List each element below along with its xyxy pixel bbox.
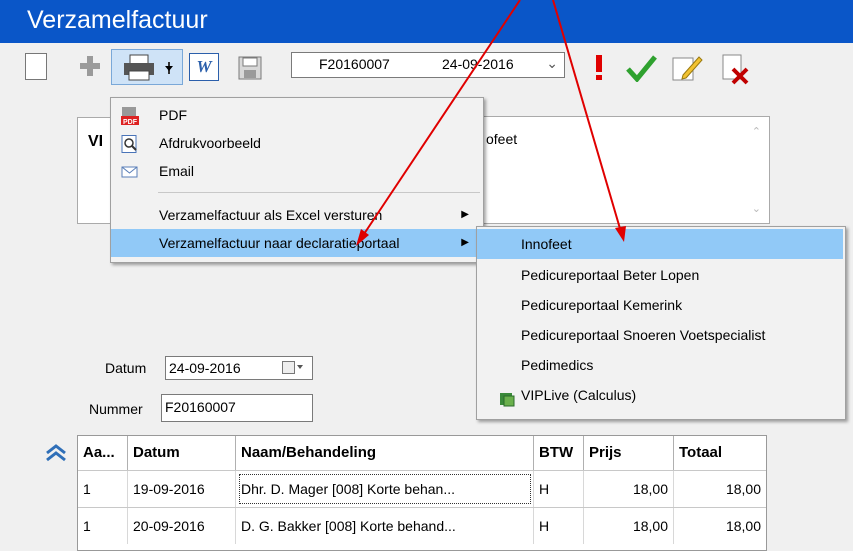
portal-item-label: Pedimedics	[521, 357, 594, 373]
nummer-field[interactable]: F20160007	[161, 394, 313, 422]
cell-datum: 20-09-2016	[128, 508, 236, 544]
menu-item-label: Email	[159, 163, 195, 179]
calendar-icon[interactable]	[282, 361, 304, 378]
cell-prijs: 18,00	[584, 508, 674, 544]
title-bar: Verzamelfactuur	[0, 0, 853, 43]
print-menu: PDF PDF Afdrukvoorbeeld Email Verzamelfa…	[110, 97, 484, 263]
window-title: Verzamelfactuur	[27, 6, 208, 34]
menu-item-afdrukvoorbeeld[interactable]: Afdrukvoorbeeld	[111, 129, 481, 157]
viplive-icon	[499, 387, 515, 417]
portal-submenu: Innofeet Pedicureportaal Beter Lopen Ped…	[476, 226, 846, 420]
cell-btw: H	[534, 471, 584, 507]
notes-text: ofeet	[486, 131, 518, 147]
menu-item-excel[interactable]: Verzamelfactuur als Excel versturen ▶	[111, 201, 481, 229]
nummer-label: Nummer	[89, 401, 143, 417]
datum-value: 24-09-2016	[169, 360, 241, 376]
column-header-aantal[interactable]: Aa...	[78, 436, 128, 470]
menu-item-declaratieportaal[interactable]: Verzamelfactuur naar declaratieportaal ▶	[111, 229, 481, 257]
preview-icon	[121, 134, 139, 153]
nummer-value: F20160007	[165, 399, 236, 415]
cell-totaal: 18,00	[725, 518, 761, 534]
portal-item-pedimedics[interactable]: Pedimedics	[477, 350, 843, 380]
column-header-prijs[interactable]: Prijs	[584, 436, 674, 470]
pdf-icon: PDF	[121, 106, 139, 126]
scroll-up-icon[interactable]: ⌃	[752, 125, 761, 138]
column-header-datum[interactable]: Datum	[128, 436, 236, 470]
table-row[interactable]: 1 20-09-2016 D. G. Bakker [008] Korte be…	[78, 507, 766, 544]
portal-item-kemerink[interactable]: Pedicureportaal Kemerink	[477, 290, 843, 320]
column-header-totaal[interactable]: Totaal	[674, 436, 766, 470]
portal-item-beter-lopen[interactable]: Pedicureportaal Beter Lopen	[477, 260, 843, 290]
scroll-down-icon[interactable]: ⌄	[752, 202, 761, 215]
portal-item-innofeet[interactable]: Innofeet	[477, 229, 843, 259]
cell-aantal: 1	[78, 508, 128, 544]
collapse-up-icon[interactable]	[45, 444, 67, 465]
invoice-select[interactable]: F20160007 24-09-2016 ⌄	[291, 52, 565, 78]
save-icon[interactable]	[237, 55, 263, 81]
edit-icon[interactable]	[670, 53, 704, 83]
word-icon[interactable]: W	[189, 53, 219, 81]
menu-item-email[interactable]: Email	[111, 157, 481, 185]
menu-item-label: PDF	[159, 107, 187, 123]
cell-btw: H	[534, 508, 584, 544]
portal-item-viplive[interactable]: VIPLive (Calculus)	[477, 380, 843, 410]
portal-item-snoeren[interactable]: Pedicureportaal Snoeren Voetspecialist	[477, 320, 843, 350]
cell-naam: D. G. Bakker [008] Korte behand...	[236, 508, 534, 544]
cell-datum: 19-09-2016	[128, 471, 236, 507]
cell-totaal: 18,00	[725, 481, 761, 497]
delete-icon[interactable]	[718, 53, 752, 85]
invoice-lines-table: Aa... Datum Naam/Behandeling BTW Prijs T…	[77, 435, 767, 551]
submenu-arrow-icon: ▶	[461, 237, 469, 248]
portal-item-label: VIPLive (Calculus)	[521, 387, 637, 403]
portal-item-label: Pedicureportaal Kemerink	[521, 297, 683, 313]
menu-item-label: Afdrukvoorbeeld	[159, 135, 261, 151]
print-button[interactable]	[111, 49, 183, 85]
new-icon[interactable]	[25, 53, 47, 80]
toolbar: W F20160007 24-09-2016 ⌄	[0, 43, 853, 97]
datum-field[interactable]: 24-09-2016	[165, 356, 313, 380]
datum-label: Datum	[105, 360, 147, 376]
menu-item-label: Verzamelfactuur naar declaratieportaal	[159, 235, 400, 251]
table-row[interactable]: 1 19-09-2016 Dhr. D. Mager [008] Korte b…	[78, 470, 766, 507]
portal-item-label: Pedicureportaal Snoeren Voetspecialist	[521, 327, 766, 343]
cell-prijs: 18,00	[584, 471, 674, 507]
column-header-btw[interactable]: BTW	[534, 436, 584, 470]
alert-icon[interactable]	[594, 53, 604, 81]
chevron-down-icon: ⌄	[546, 55, 558, 71]
cell-aantal: 1	[78, 471, 128, 507]
check-icon[interactable]	[624, 53, 658, 83]
portal-item-label: Pedicureportaal Beter Lopen	[521, 267, 700, 283]
submenu-arrow-icon: ▶	[461, 209, 469, 220]
add-icon[interactable]	[78, 54, 102, 78]
menu-item-pdf[interactable]: PDF PDF	[111, 101, 481, 129]
print-icon	[124, 54, 173, 81]
email-icon	[121, 162, 139, 180]
menu-item-label: Verzamelfactuur als Excel versturen	[159, 207, 383, 223]
invoice-date: 24-09-2016	[442, 56, 514, 72]
invoice-number: F20160007	[319, 56, 390, 72]
notes-textarea[interactable]: ⌃ ⌄	[480, 116, 770, 224]
svg-text:PDF: PDF	[123, 119, 138, 125]
column-header-naam[interactable]: Naam/Behandeling	[236, 436, 534, 470]
cell-naam[interactable]: Dhr. D. Mager [008] Korte behan...	[236, 471, 534, 507]
menu-separator	[158, 192, 480, 193]
portal-item-label: Innofeet	[521, 236, 572, 252]
customer-name: VI	[88, 133, 104, 150]
